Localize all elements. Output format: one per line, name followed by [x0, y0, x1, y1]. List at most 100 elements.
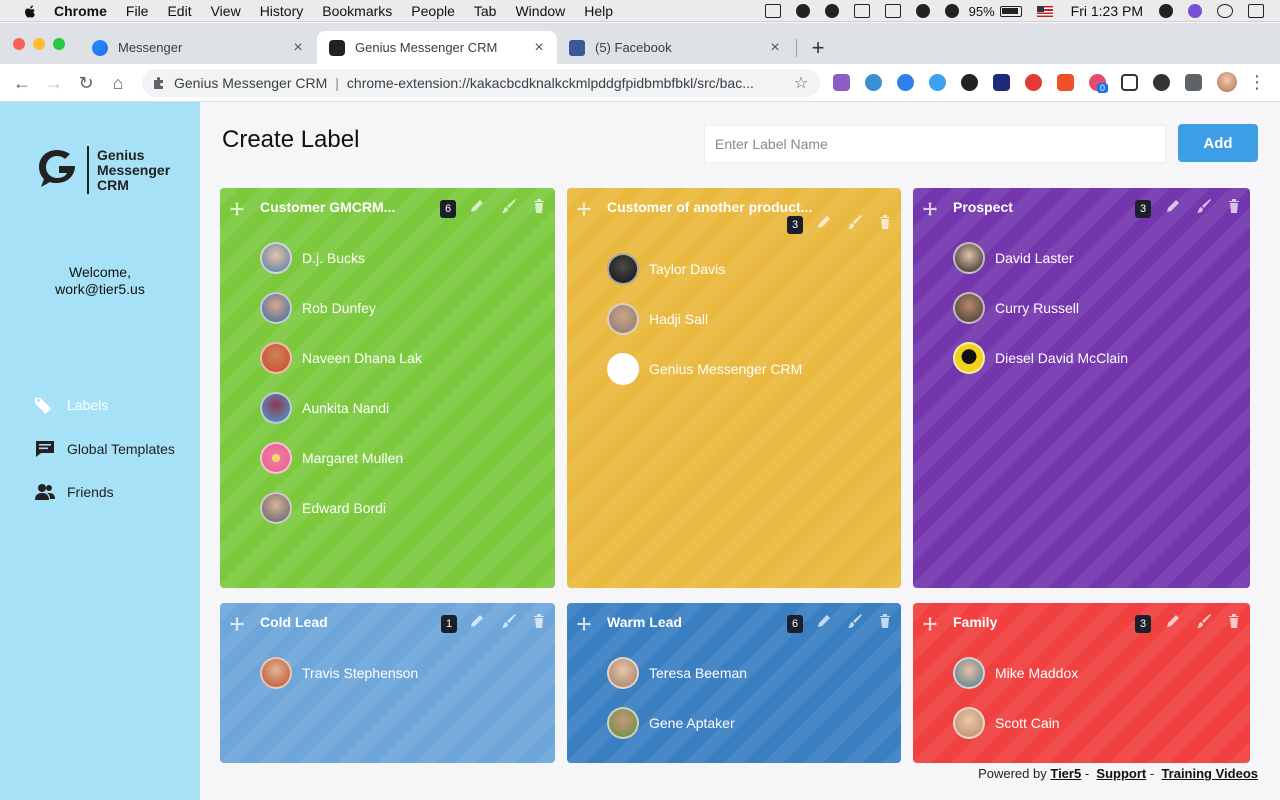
battery-icon[interactable]	[999, 5, 1022, 17]
forward-button[interactable]: →	[43, 72, 65, 94]
menu-edit[interactable]: Edit	[167, 3, 191, 19]
label-card[interactable]: Customer GMCRM... 6 D.j. Bucks Rob Dunfe…	[220, 188, 555, 588]
friend-item[interactable]: Diesel David McClain	[953, 341, 1128, 375]
menu-file[interactable]: File	[126, 3, 149, 19]
friend-item[interactable]: Genius Messenger CRM	[607, 352, 802, 386]
extension-hex-icon[interactable]	[993, 74, 1010, 91]
sidebar-item-friends[interactable]: Friends	[34, 483, 114, 501]
s-app-icon[interactable]	[795, 4, 810, 18]
sidebar-item-labels[interactable]: Labels	[34, 396, 108, 414]
extension-chat-icon[interactable]	[1121, 74, 1138, 91]
close-icon[interactable]: ×	[290, 39, 306, 57]
label-name-input[interactable]	[704, 125, 1166, 163]
dropbox-icon[interactable]	[824, 4, 839, 18]
back-button[interactable]: ←	[11, 72, 33, 94]
extension-orange-icon[interactable]	[1057, 74, 1074, 91]
drag-handle-icon[interactable]	[230, 202, 244, 216]
trash-icon[interactable]	[531, 613, 547, 629]
friend-item[interactable]: Scott Cain	[953, 706, 1078, 740]
profile-avatar[interactable]	[1217, 72, 1237, 92]
trash-icon[interactable]	[877, 613, 893, 629]
extension-red-circle-icon[interactable]	[1025, 74, 1042, 91]
paint-brush-icon[interactable]	[501, 613, 517, 629]
paint-brush-icon[interactable]	[1196, 613, 1212, 629]
notification-center-icon[interactable]	[1248, 4, 1264, 18]
drag-handle-icon[interactable]	[230, 617, 244, 631]
friend-item[interactable]: Hadji Sall	[607, 302, 802, 336]
friend-item[interactable]: Mike Maddox	[953, 656, 1078, 690]
close-icon[interactable]: ×	[767, 39, 783, 57]
paint-brush-icon[interactable]	[847, 214, 863, 230]
label-card[interactable]: Warm Lead 6 Teresa Beeman Gene Aptaker	[567, 603, 901, 763]
extension-heart-icon[interactable]: 0	[1089, 74, 1109, 93]
bluetooth-icon[interactable]	[884, 4, 901, 18]
friend-item[interactable]: D.j. Bucks	[260, 241, 422, 275]
friend-item[interactable]: Naveen Dhana Lak	[260, 341, 422, 375]
drag-handle-icon[interactable]	[577, 202, 591, 216]
address-bar[interactable]: Genius Messenger CRM | chrome-extension:…	[142, 69, 820, 97]
tab-messenger[interactable]: Messenger ×	[80, 31, 316, 64]
film-icon[interactable]	[764, 4, 781, 18]
reload-button[interactable]: ↻	[75, 72, 97, 94]
drag-handle-icon[interactable]	[577, 617, 591, 631]
friend-item[interactable]: Margaret Mullen	[260, 441, 422, 475]
tier5-link[interactable]: Tier5	[1050, 766, 1081, 781]
menu-people[interactable]: People	[411, 3, 455, 19]
home-button[interactable]: ⌂	[107, 72, 129, 94]
us-flag-icon[interactable]	[1036, 5, 1053, 17]
trash-icon[interactable]	[1226, 613, 1242, 629]
clip-icon[interactable]	[853, 4, 870, 18]
edit-pencil-icon[interactable]	[816, 613, 832, 629]
tab-genius-messenger-crm[interactable]: Genius Messenger CRM ×	[317, 31, 557, 64]
add-label-button[interactable]: Add	[1178, 124, 1258, 162]
extension-s-icon[interactable]	[833, 74, 850, 91]
edit-pencil-icon[interactable]	[469, 613, 485, 629]
siri-icon[interactable]	[1188, 4, 1202, 18]
extension-target-icon[interactable]	[865, 74, 882, 91]
menu-tab[interactable]: Tab	[474, 3, 497, 19]
friend-item[interactable]: David Laster	[953, 241, 1128, 275]
bookmark-star-icon[interactable]: ☆	[790, 73, 812, 93]
url-text[interactable]: chrome-extension://kakacbcdknalkckmlpddg…	[347, 75, 790, 91]
edit-pencil-icon[interactable]	[469, 198, 485, 214]
friend-item[interactable]: Curry Russell	[953, 291, 1128, 325]
menubar-clock[interactable]: Fri 1:23 PM	[1071, 3, 1143, 19]
chrome-menu-button[interactable]: ⋮	[1248, 72, 1266, 93]
time-machine-icon[interactable]	[915, 4, 930, 18]
paint-brush-icon[interactable]	[501, 198, 517, 214]
menu-chrome[interactable]: Chrome	[54, 3, 107, 19]
label-card[interactable]: Customer of another product... 3 Taylor …	[567, 188, 901, 588]
close-window-button[interactable]	[13, 38, 25, 50]
paint-brush-icon[interactable]	[1196, 198, 1212, 214]
extensions-puzzle-icon[interactable]	[1185, 74, 1202, 91]
friend-item[interactable]: Gene Aptaker	[607, 706, 747, 740]
user-icon[interactable]	[1159, 4, 1173, 18]
edit-pencil-icon[interactable]	[816, 214, 832, 230]
extension-compass-icon[interactable]	[929, 74, 946, 91]
tab-facebook[interactable]: (5) Facebook ×	[557, 31, 793, 64]
label-card[interactable]: Family 3 Mike Maddox Scott Cain	[913, 603, 1250, 763]
zoom-window-button[interactable]	[53, 38, 65, 50]
friend-item[interactable]: Travis Stephenson	[260, 656, 418, 690]
friend-item[interactable]: Taylor Davis	[607, 252, 802, 286]
menu-bookmarks[interactable]: Bookmarks	[322, 3, 392, 19]
paint-brush-icon[interactable]	[847, 613, 863, 629]
minimize-window-button[interactable]	[33, 38, 45, 50]
new-tab-button[interactable]: +	[808, 35, 828, 61]
menu-help[interactable]: Help	[584, 3, 613, 19]
sidebar-item-global-templates[interactable]: Global Templates	[34, 440, 175, 458]
drag-handle-icon[interactable]	[923, 617, 937, 631]
friend-item[interactable]: Rob Dunfey	[260, 291, 422, 325]
trash-icon[interactable]	[1226, 198, 1242, 214]
training-videos-link[interactable]: Training Videos	[1161, 766, 1258, 781]
edit-pencil-icon[interactable]	[1165, 198, 1181, 214]
friend-item[interactable]: Teresa Beeman	[607, 656, 747, 690]
trash-icon[interactable]	[877, 214, 893, 230]
menu-history[interactable]: History	[260, 3, 304, 19]
support-link[interactable]: Support	[1096, 766, 1146, 781]
drag-handle-icon[interactable]	[923, 202, 937, 216]
edit-pencil-icon[interactable]	[1165, 613, 1181, 629]
label-card[interactable]: Cold Lead 1 Travis Stephenson	[220, 603, 555, 763]
wifi-icon[interactable]	[944, 4, 959, 18]
menu-window[interactable]: Window	[515, 3, 565, 19]
